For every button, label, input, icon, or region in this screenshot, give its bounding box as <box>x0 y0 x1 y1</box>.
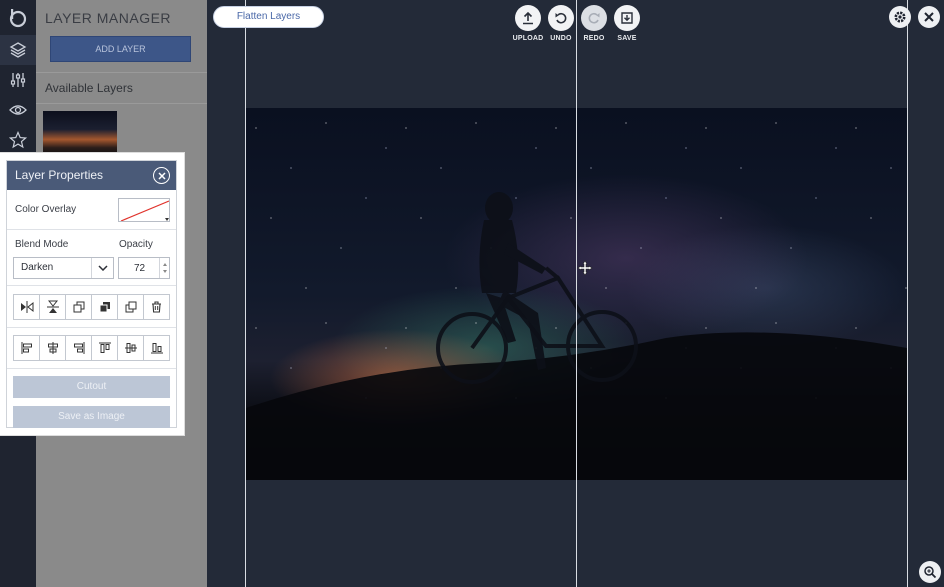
bring-forward-icon[interactable] <box>66 295 92 319</box>
flip-horizontal-icon[interactable] <box>14 295 40 319</box>
cutout-button[interactable]: Cutout <box>13 376 170 398</box>
adjust-sliders-icon[interactable] <box>0 65 36 95</box>
star-icon[interactable] <box>0 125 36 155</box>
dialog-header: Layer Properties <box>7 161 176 190</box>
eye-icon[interactable] <box>0 95 36 125</box>
guide-line-left <box>245 0 246 587</box>
save-label: SAVE <box>617 35 637 42</box>
bring-to-front-icon[interactable] <box>92 295 118 319</box>
chevron-down-icon <box>91 258 113 278</box>
divider <box>7 327 176 328</box>
opacity-stepper[interactable]: 72 <box>118 257 170 279</box>
divider <box>7 229 176 230</box>
blend-mode-label: Blend Mode <box>15 239 69 250</box>
transform-toolbar <box>13 294 170 320</box>
blend-mode-select[interactable]: Darken <box>13 257 114 279</box>
zoom-icon[interactable] <box>919 561 941 583</box>
logo-icon[interactable] <box>0 2 36 34</box>
align-middle-vertical-icon[interactable] <box>118 336 144 360</box>
align-center-horizontal-icon[interactable] <box>40 336 66 360</box>
duplicate-icon[interactable] <box>118 295 144 319</box>
save-icon <box>614 5 640 31</box>
layers-icon[interactable] <box>0 35 36 65</box>
layer-manager-title: LAYER MANAGER <box>45 10 172 26</box>
opacity-label: Opacity <box>119 239 153 250</box>
save-as-image-button[interactable]: Save as Image <box>13 406 170 428</box>
align-bottom-icon[interactable] <box>144 336 169 360</box>
color-overlay-label: Color Overlay <box>15 204 77 215</box>
align-right-icon[interactable] <box>66 336 92 360</box>
save-button[interactable]: SAVE <box>605 5 649 42</box>
available-layers-heading: Available Layers <box>45 81 133 95</box>
move-cursor-icon <box>577 260 593 281</box>
editor-root: LAYER MANAGER ADD LAYER Available Layers <box>0 0 944 587</box>
divider <box>7 368 176 369</box>
upload-icon <box>515 5 541 31</box>
dialog-title: Layer Properties <box>15 168 104 182</box>
color-overlay-swatch[interactable] <box>118 198 170 222</box>
divider <box>36 72 207 73</box>
flip-vertical-icon[interactable] <box>40 295 66 319</box>
dialog-close-icon[interactable] <box>153 167 170 184</box>
divider <box>36 103 207 104</box>
flatten-layers-button[interactable]: Flatten Layers <box>213 6 324 28</box>
opacity-value: 72 <box>134 263 146 274</box>
align-toolbar <box>13 335 170 361</box>
stepper-arrows-icon[interactable] <box>159 258 169 278</box>
guide-line-center <box>576 0 577 587</box>
layer-thumbnail[interactable] <box>43 111 117 157</box>
guide-line-right <box>907 0 908 587</box>
add-layer-button[interactable]: ADD LAYER <box>50 36 191 62</box>
settings-gear-icon[interactable] <box>889 6 911 28</box>
align-top-icon[interactable] <box>92 336 118 360</box>
align-left-icon[interactable] <box>14 336 40 360</box>
divider <box>7 285 176 286</box>
layer-properties-dialog: Layer Properties Color Overlay Blend Mod… <box>0 153 184 435</box>
redo-icon <box>581 5 607 31</box>
undo-icon <box>548 5 574 31</box>
trash-icon[interactable] <box>144 295 169 319</box>
layer-properties-panel: Layer Properties Color Overlay Blend Mod… <box>6 160 177 428</box>
blend-mode-value: Darken <box>21 262 54 273</box>
close-icon[interactable] <box>918 6 940 28</box>
